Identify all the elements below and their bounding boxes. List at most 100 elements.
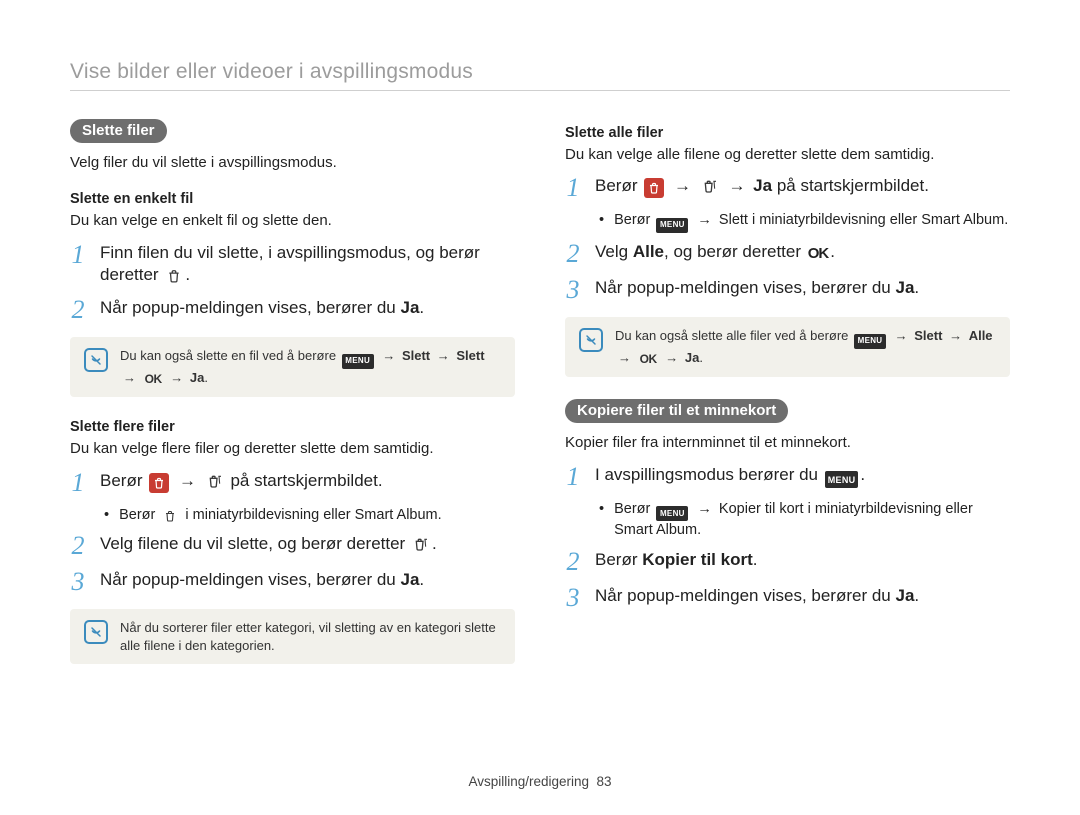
arrow-icon: → bbox=[437, 348, 450, 363]
text-bold: Ja bbox=[895, 586, 914, 605]
note-text: Du kan også slette alle filer ved å berø… bbox=[615, 327, 996, 367]
text: . bbox=[419, 298, 424, 317]
text: på startskjermbildet. bbox=[230, 471, 382, 490]
bullet-icon bbox=[104, 506, 109, 526]
text-bold: Ja bbox=[400, 298, 419, 317]
text-bold: Ja bbox=[685, 350, 699, 365]
step-text: Berør → → Ja på startskjermbildet. bbox=[595, 175, 1010, 198]
arrow-icon: → bbox=[382, 348, 395, 363]
trash-multi-icon bbox=[206, 472, 224, 490]
menu-icon: MENU bbox=[656, 506, 688, 521]
breadcrumb: Vise bilder eller videoer i avspillingsm… bbox=[70, 60, 1010, 84]
single-step-1: 1 Finn filen du vil slette, i avspilling… bbox=[70, 242, 515, 288]
subheading-multi: Slette flere filer bbox=[70, 419, 515, 435]
step-number: 1 bbox=[565, 175, 581, 201]
arrow-icon: → bbox=[618, 350, 631, 365]
text: . bbox=[860, 465, 865, 484]
text: Du kan også slette alle filer ved å berø… bbox=[615, 328, 852, 343]
multi-desc: Du kan velge flere filer og deretter sle… bbox=[70, 439, 515, 459]
text: på startskjermbildet. bbox=[777, 176, 929, 195]
left-column: Slette filer Velg filer du vil slette i … bbox=[70, 119, 515, 686]
arrow-icon: → bbox=[697, 501, 712, 517]
copy-desc: Kopier filer fra internminnet til et min… bbox=[565, 433, 1010, 453]
all-desc: Du kan velge alle filene og deretter sle… bbox=[565, 145, 1010, 165]
step-text: Når popup-meldingen vises, berører du Ja… bbox=[100, 569, 515, 592]
all-step-1: 1 Berør → → Ja på startskjermbildet. bbox=[565, 175, 1010, 201]
text: . bbox=[914, 586, 919, 605]
bullet-text: Berør MENU → Slett i miniatyrbildevisnin… bbox=[614, 211, 1008, 233]
text: Berør bbox=[595, 550, 642, 569]
text: Du kan også slette en fil ved å berøre bbox=[120, 348, 340, 363]
trash-red-icon bbox=[149, 473, 169, 493]
text: . bbox=[753, 550, 758, 569]
text: . bbox=[419, 570, 424, 589]
text: i miniatyrbildevisning eller Smart Album… bbox=[752, 212, 1008, 228]
text: Berør bbox=[614, 212, 654, 228]
step-text: Når popup-meldingen vises, berører du Ja… bbox=[595, 585, 1010, 608]
text-bold: Ja bbox=[895, 278, 914, 297]
trash-red-icon bbox=[644, 178, 664, 198]
note-text: Du kan også slette en fil ved å berøre M… bbox=[120, 347, 501, 387]
text: Velg bbox=[595, 242, 633, 261]
all-bullet: Berør MENU → Slett i miniatyrbildevisnin… bbox=[599, 211, 1010, 233]
bullet-icon bbox=[599, 211, 604, 231]
note-box: Du kan også slette en fil ved å berøre M… bbox=[70, 337, 515, 397]
info-icon bbox=[579, 328, 603, 352]
text: Berør bbox=[100, 471, 147, 490]
text-bold: Ja bbox=[753, 176, 772, 195]
divider bbox=[70, 90, 1010, 91]
step-text: Når popup-meldingen vises, berører du Ja… bbox=[100, 297, 515, 320]
text: Berør bbox=[614, 501, 654, 517]
step-text: I avspillingsmodus berører du MENU. bbox=[595, 464, 1010, 489]
menu-icon: MENU bbox=[656, 218, 688, 233]
single-desc: Du kan velge en enkelt fil og slette den… bbox=[70, 211, 515, 231]
text: Velg filene du vil slette, og berør dere… bbox=[100, 534, 410, 553]
text-bold: Ja bbox=[400, 570, 419, 589]
text: . bbox=[830, 242, 835, 261]
ok-icon: OK bbox=[808, 244, 829, 264]
text: Når popup-meldingen vises, berører du bbox=[595, 586, 895, 605]
trash-multi-icon bbox=[701, 177, 719, 195]
intro-text: Velg filer du vil slette i avspillingsmo… bbox=[70, 153, 515, 173]
right-column: Slette alle filer Du kan velge alle file… bbox=[565, 119, 1010, 686]
trash-multi-icon bbox=[412, 535, 430, 553]
multi-step-1: 1 Berør → på startskjermbildet. bbox=[70, 470, 515, 496]
text: Når popup-meldingen vises, berører du bbox=[100, 570, 400, 589]
step-number: 1 bbox=[70, 242, 86, 268]
bullet-text: Berør MENU → Kopier til kort i miniatyrb… bbox=[614, 500, 1010, 541]
arrow-icon: → bbox=[895, 328, 908, 343]
text: . bbox=[432, 534, 437, 553]
step-number: 3 bbox=[565, 277, 581, 303]
arrow-icon: → bbox=[123, 370, 136, 385]
all-step-2: 2 Velg Alle, og berør deretter OK. bbox=[565, 241, 1010, 267]
text-bold: Kopier til kort bbox=[642, 550, 753, 569]
text-bold: Slett bbox=[402, 348, 430, 363]
text: . bbox=[914, 278, 919, 297]
text: Berør bbox=[595, 176, 642, 195]
step-number: 2 bbox=[565, 549, 581, 575]
text-bold: Ja bbox=[190, 370, 204, 385]
text: I avspillingsmodus berører du bbox=[595, 465, 823, 484]
note-box: Når du sorterer filer etter kategori, vi… bbox=[70, 609, 515, 664]
step-text: Berør → på startskjermbildet. bbox=[100, 470, 515, 493]
multi-bullet: Berør i miniatyrbildevisning eller Smart… bbox=[104, 506, 515, 526]
bullet-icon bbox=[599, 500, 604, 520]
text-bold: Slett bbox=[914, 328, 942, 343]
note-box: Du kan også slette alle filer ved å berø… bbox=[565, 317, 1010, 377]
single-step-2: 2 Når popup-meldingen vises, berører du … bbox=[70, 297, 515, 323]
section-chip-slette-filer: Slette filer bbox=[70, 119, 167, 143]
copy-step-3: 3 Når popup-meldingen vises, berører du … bbox=[565, 585, 1010, 611]
step-number: 2 bbox=[70, 297, 86, 323]
text: Når popup-meldingen vises, berører du bbox=[100, 298, 400, 317]
subheading-all: Slette alle filer bbox=[565, 125, 1010, 141]
step-text: Velg filene du vil slette, og berør dere… bbox=[100, 533, 515, 556]
copy-step-2: 2 Berør Kopier til kort. bbox=[565, 549, 1010, 575]
trash-icon bbox=[165, 267, 183, 285]
info-icon bbox=[84, 620, 108, 644]
arrow-icon: → bbox=[170, 370, 183, 385]
text: . bbox=[185, 265, 190, 284]
bullet-text: Berør i miniatyrbildevisning eller Smart… bbox=[119, 506, 442, 526]
all-step-3: 3 Når popup-meldingen vises, berører du … bbox=[565, 277, 1010, 303]
multi-step-2: 2 Velg filene du vil slette, og berør de… bbox=[70, 533, 515, 559]
step-text: Finn filen du vil slette, i avspillingsm… bbox=[100, 242, 515, 288]
